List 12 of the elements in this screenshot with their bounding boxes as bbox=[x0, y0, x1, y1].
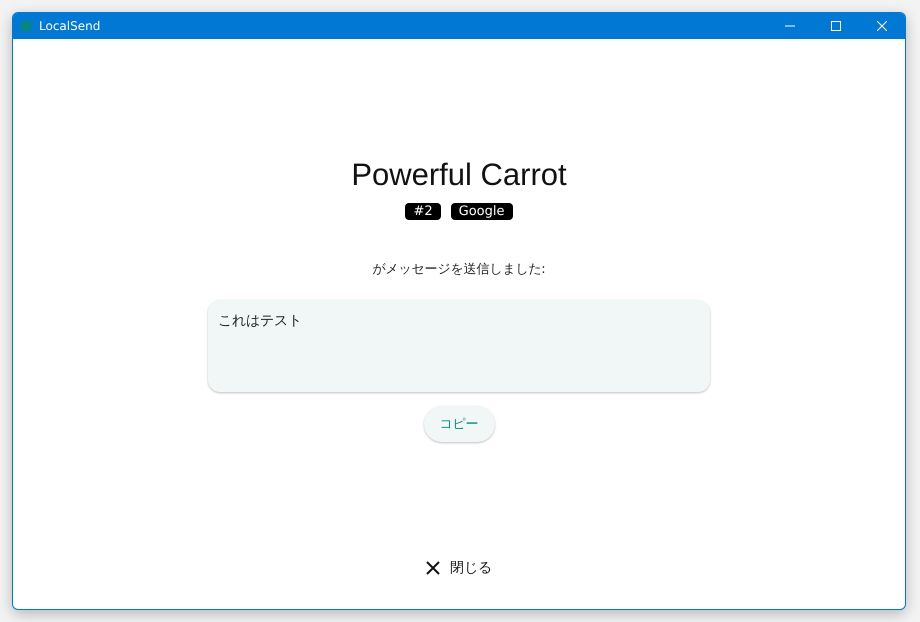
close-icon bbox=[877, 21, 887, 31]
close-button[interactable]: 閉じる bbox=[418, 555, 500, 581]
device-name: Powerful Carrot bbox=[351, 157, 567, 193]
window-title: LocalSend bbox=[39, 19, 102, 33]
close-icon bbox=[426, 561, 440, 575]
message-caption: がメッセージを送信しました: bbox=[372, 261, 546, 278]
app-logo-icon bbox=[19, 19, 33, 33]
device-tag: #2 bbox=[405, 203, 441, 220]
maximize-icon bbox=[831, 21, 841, 31]
message-field[interactable]: これはテスト bbox=[208, 300, 710, 392]
copy-button[interactable]: コピー bbox=[424, 406, 494, 442]
device-tag: Google bbox=[450, 203, 512, 220]
